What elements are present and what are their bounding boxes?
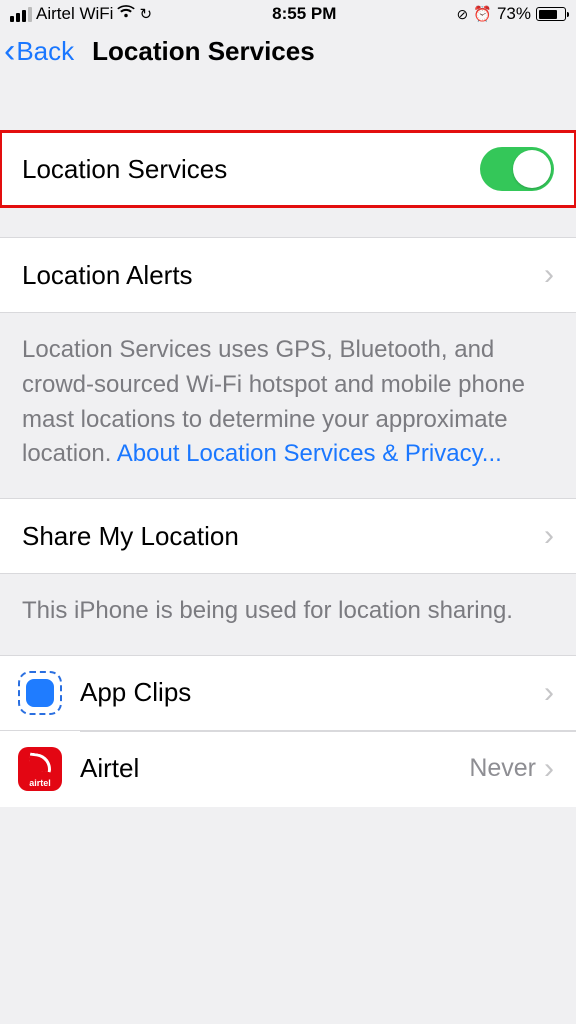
page-title: Location Services: [92, 36, 315, 67]
hotspot-icon: ↻: [139, 5, 152, 23]
airtel-icon-text: airtel: [29, 778, 51, 788]
airtel-label: Airtel: [80, 753, 469, 784]
clock: 8:55 PM: [152, 4, 457, 24]
app-clips-row[interactable]: App Clips ›: [0, 655, 576, 731]
chevron-right-icon: ›: [544, 519, 554, 553]
chevron-right-icon: ›: [544, 676, 554, 710]
location-alerts-label: Location Alerts: [22, 260, 544, 291]
share-info-text: This iPhone is being used for location s…: [22, 597, 513, 624]
about-location-privacy-link[interactable]: About Location Services & Privacy...: [117, 440, 502, 467]
back-button[interactable]: ‹ Back: [4, 36, 74, 67]
wifi-icon: [117, 4, 135, 24]
nav-header: ‹ Back Location Services: [0, 28, 576, 91]
cellular-signal-icon: [10, 7, 32, 22]
status-right: ⊘ ⏰ 73%: [457, 4, 566, 24]
share-my-location-row[interactable]: Share My Location ›: [0, 498, 576, 574]
location-services-toggle[interactable]: [480, 147, 554, 191]
battery-icon: [536, 7, 566, 21]
carrier-label: Airtel WiFi: [36, 4, 113, 24]
location-services-label: Location Services: [22, 154, 480, 185]
chevron-left-icon: ‹: [4, 41, 15, 61]
status-bar: Airtel WiFi ↻ 8:55 PM ⊘ ⏰ 73%: [0, 0, 576, 28]
orientation-lock-icon: ⊘: [457, 6, 469, 23]
app-clips-icon: [18, 671, 62, 715]
location-services-row[interactable]: Location Services: [0, 131, 576, 207]
share-description: This iPhone is being used for location s…: [0, 574, 576, 655]
airtel-value: Never: [469, 754, 536, 783]
airtel-icon: airtel: [18, 747, 62, 791]
status-left: Airtel WiFi ↻: [10, 4, 152, 24]
battery-percent: 73%: [497, 4, 531, 24]
location-alerts-row[interactable]: Location Alerts ›: [0, 237, 576, 313]
alarm-icon: ⏰: [473, 5, 492, 23]
services-description: Location Services uses GPS, Bluetooth, a…: [0, 313, 576, 498]
share-my-location-label: Share My Location: [22, 521, 544, 552]
chevron-right-icon: ›: [544, 752, 554, 786]
airtel-row[interactable]: airtel Airtel Never ›: [0, 731, 576, 807]
back-label: Back: [16, 36, 74, 67]
chevron-right-icon: ›: [544, 258, 554, 292]
app-clips-label: App Clips: [80, 677, 544, 708]
